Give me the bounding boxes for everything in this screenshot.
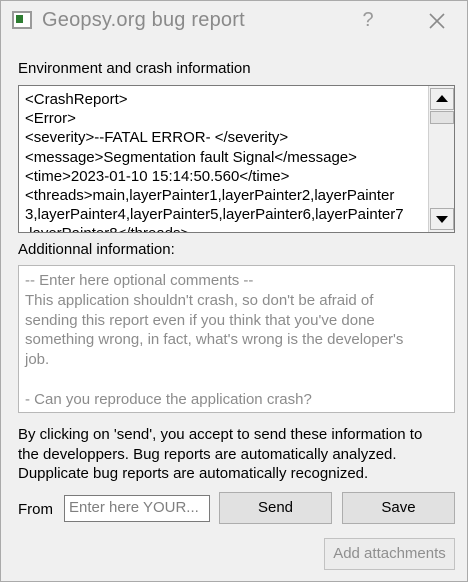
crash-info-text: <CrashReport> <Error> <severity>--FATAL … (25, 91, 404, 232)
from-email-input[interactable]: Enter here YOUR... (64, 495, 210, 522)
scroll-up-button[interactable] (430, 88, 454, 110)
close-icon (429, 13, 445, 29)
scroll-up-arrow-icon (436, 95, 448, 102)
send-notice-text: By clicking on 'send', you accept to sen… (18, 426, 423, 483)
from-label: From (18, 501, 53, 518)
crash-info-textarea[interactable]: <CrashReport> <Error> <severity>--FATAL … (18, 85, 455, 233)
scroll-down-button[interactable] (430, 208, 454, 230)
send-button[interactable]: Send (219, 492, 332, 524)
app-icon (12, 11, 32, 29)
scroll-thumb[interactable] (430, 111, 454, 124)
add-attachments-button[interactable]: Add attachments (324, 538, 455, 570)
help-button[interactable]: ? (357, 7, 379, 33)
additional-info-textarea[interactable]: -- Enter here optional comments -- This … (18, 265, 455, 413)
bug-report-dialog: Geopsy.org bug report ? Environment and … (0, 0, 468, 582)
close-button[interactable] (423, 7, 451, 35)
save-button[interactable]: Save (342, 492, 455, 524)
additional-info-label: Additionnal information: (18, 241, 175, 258)
title-bar: Geopsy.org bug report ? (1, 1, 467, 41)
crash-info-scrollbar[interactable] (428, 86, 454, 232)
scroll-down-arrow-icon (436, 216, 448, 223)
window-title: Geopsy.org bug report (42, 9, 245, 31)
additional-info-text: -- Enter here optional comments -- This … (25, 272, 404, 412)
environment-label: Environment and crash information (18, 60, 251, 77)
